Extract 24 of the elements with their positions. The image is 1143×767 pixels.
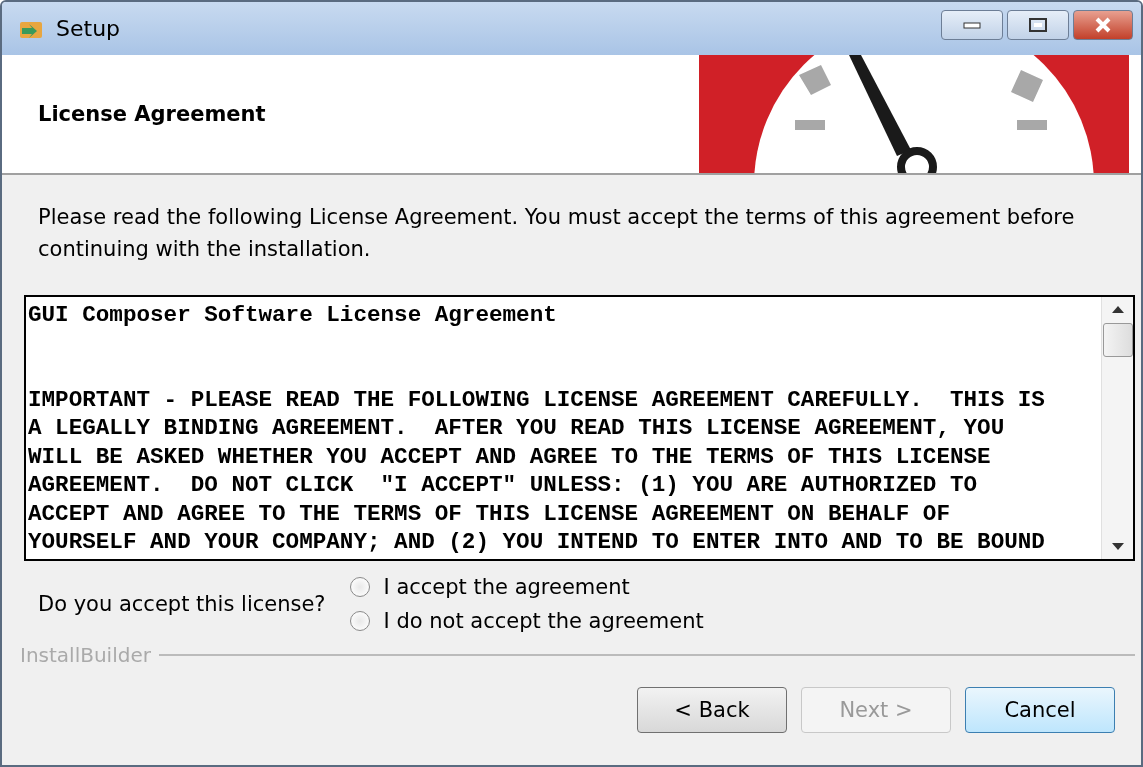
license-title: GUI Composer Software License Agreement — [28, 301, 557, 330]
minimize-icon — [963, 21, 981, 29]
scrollbar[interactable] — [1101, 297, 1133, 559]
dialog-button[interactable]: < Back — [637, 687, 787, 733]
scroll-down-icon[interactable] — [1111, 543, 1124, 551]
close-icon — [1094, 17, 1112, 33]
radio-button[interactable] — [349, 577, 370, 597]
question-label: Do you accept this license? — [38, 592, 326, 616]
brand-label: InstallBuilder — [20, 643, 151, 667]
radio-option[interactable]: I accept the agreement — [349, 575, 704, 599]
scrollbar-thumb[interactable] — [1102, 323, 1133, 357]
license-text: IMPORTANT - PLEASE READ THE FOLLOWING LICENSE AGREEMENT CAREFULLY. THIS IS A LEGALLY BINDING AGREEMENT. AFTER YOU READ THIS LICENSE AGREEMENT, YOU WILL BE ASKED WHETHER YOU ACCEPT AND AGREE TO THE TERMS OF THIS LICENSE AGREEMENT. DO NOT CLICK "I ACCEPT" UNLESS: (1) YOU ARE AUTHORIZED TO ACCEPT AND AGREE TO THE TERMS OF THIS LICENSE AGREEMENT ON BEHALF OF YOURSELF AND YOUR COMPANY; AND (2) YOU INTEND TO ENTER INTO AND TO BE BOUND — [28, 385, 1045, 555]
close-button[interactable] — [1073, 10, 1133, 40]
scroll-up-icon[interactable] — [1111, 305, 1124, 313]
maximize-button[interactable] — [1007, 10, 1069, 40]
window-title: Setup — [56, 16, 121, 41]
instruction-text: Please read the following License Agreement. You must accept the terms of this agreement before continuing with the installation. — [38, 204, 1076, 263]
radio-button[interactable] — [349, 611, 370, 631]
page-title: License Agreement — [37, 102, 266, 126]
radio-label: I accept the agreement — [383, 575, 630, 599]
license-text-area[interactable] — [24, 295, 1135, 561]
dialog-button[interactable]: Cancel — [965, 687, 1115, 733]
minimize-button[interactable] — [941, 10, 1003, 40]
maximize-icon — [1029, 18, 1047, 32]
